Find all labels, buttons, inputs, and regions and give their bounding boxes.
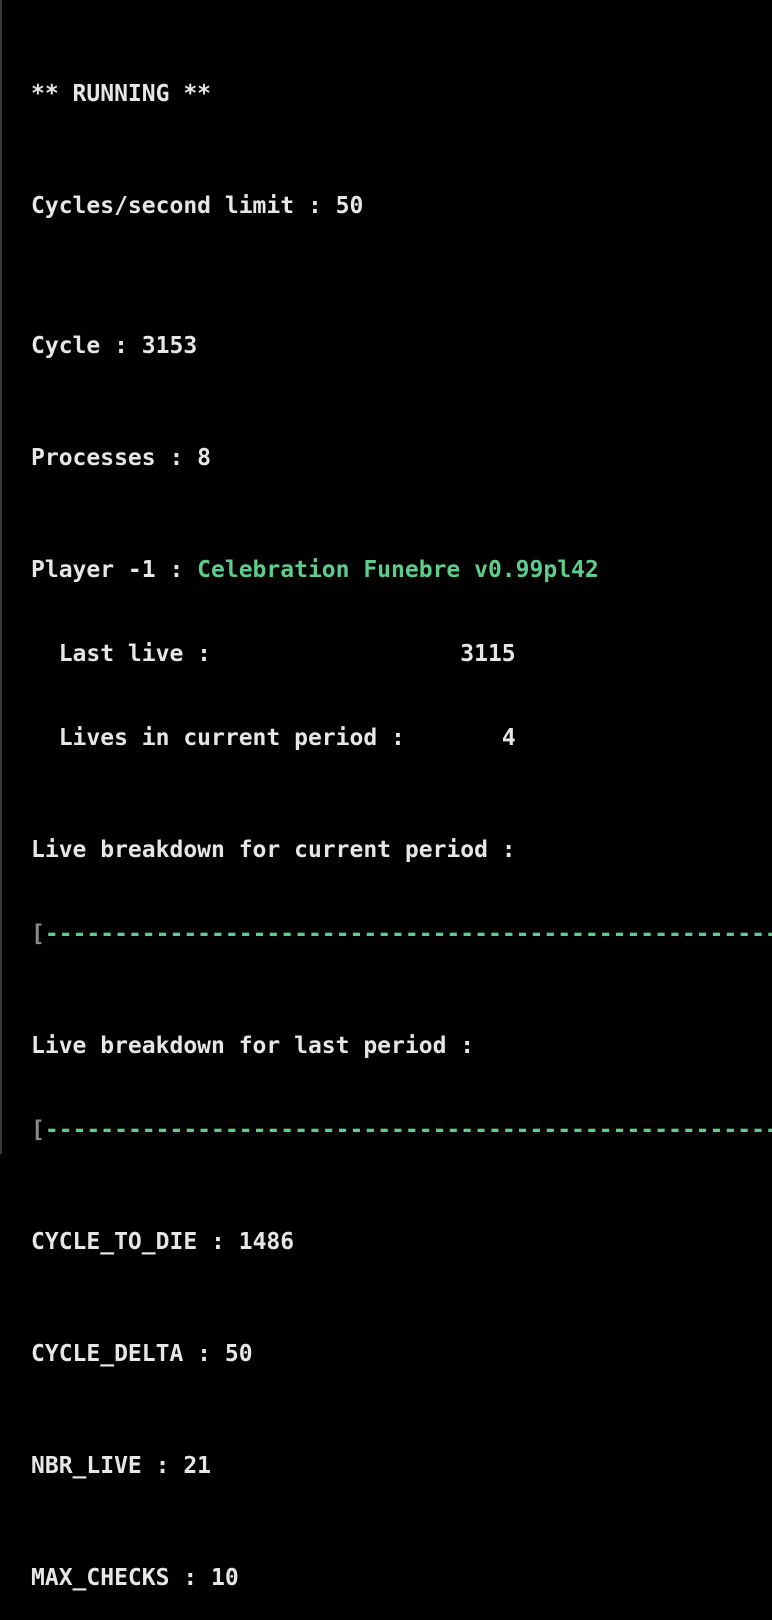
nbr-live-value: 21 [183,1453,212,1479]
bar-open-bracket: [ [31,1117,45,1143]
cycles-limit-value: 50 [335,193,364,219]
nbr-live-label: NBR_LIVE : [31,1453,184,1479]
breakdown-current-bar: [---------------------------------------… [31,920,772,948]
cycle-to-die-line: CYCLE_TO_DIE : 1486 [31,1228,766,1256]
cycle-to-die-value: 1486 [238,1229,295,1255]
status-line: ** RUNNING ** [31,81,212,107]
terminal-left-border [0,0,2,1154]
player-line: Player -1 : Celebration Funebre v0.99pl4… [31,556,766,584]
bar-open-bracket: [ [31,921,45,947]
processes-label: Processes : [31,445,198,471]
cycle-label: Cycle : [31,333,142,359]
lives-period-line: Lives in current period : 4 [31,724,766,752]
player-label: Player -1 : [31,557,198,583]
bar-fill: ----------------------------------------… [44,921,772,947]
processes-value: 8 [197,445,212,471]
nbr-live-line: NBR_LIVE : 21 [31,1452,766,1480]
last-live-label: Last live : [31,641,212,667]
breakdown-last-label: Live breakdown for last period : [31,1033,475,1059]
cycle-delta-value: 50 [224,1341,253,1367]
processes-line: Processes : 8 [31,444,766,472]
breakdown-last-bar: [---------------------------------------… [31,1116,772,1144]
max-checks-label: MAX_CHECKS : [31,1565,212,1591]
cycle-to-die-label: CYCLE_TO_DIE : [31,1229,239,1255]
cycle-delta-line: CYCLE_DELTA : 50 [31,1340,766,1368]
last-live-line: Last live : 3115 [31,640,766,668]
cycle-line: Cycle : 3153 [31,332,766,360]
bar-fill: ----------------------------------------… [44,1117,772,1143]
cycle-delta-label: CYCLE_DELTA : [31,1341,225,1367]
lives-period-value: 4 [501,725,516,751]
cycles-limit-line: Cycles/second limit : 50 [31,192,766,220]
cycles-limit-label: Cycles/second limit : [31,193,336,219]
breakdown-current-label: Live breakdown for current period : [31,837,516,863]
lives-period-label: Lives in current period : [31,725,405,751]
max-checks-value: 10 [211,1565,239,1591]
terminal-output: ** RUNNING ** Cycles/second limit : 50 C… [31,24,772,1620]
last-live-value: 3115 [460,641,516,667]
cycle-value: 3153 [141,333,198,359]
max-checks-line: MAX_CHECKS : 10 [31,1564,766,1592]
player-name: Celebration Funebre v0.99pl42 [197,557,599,583]
